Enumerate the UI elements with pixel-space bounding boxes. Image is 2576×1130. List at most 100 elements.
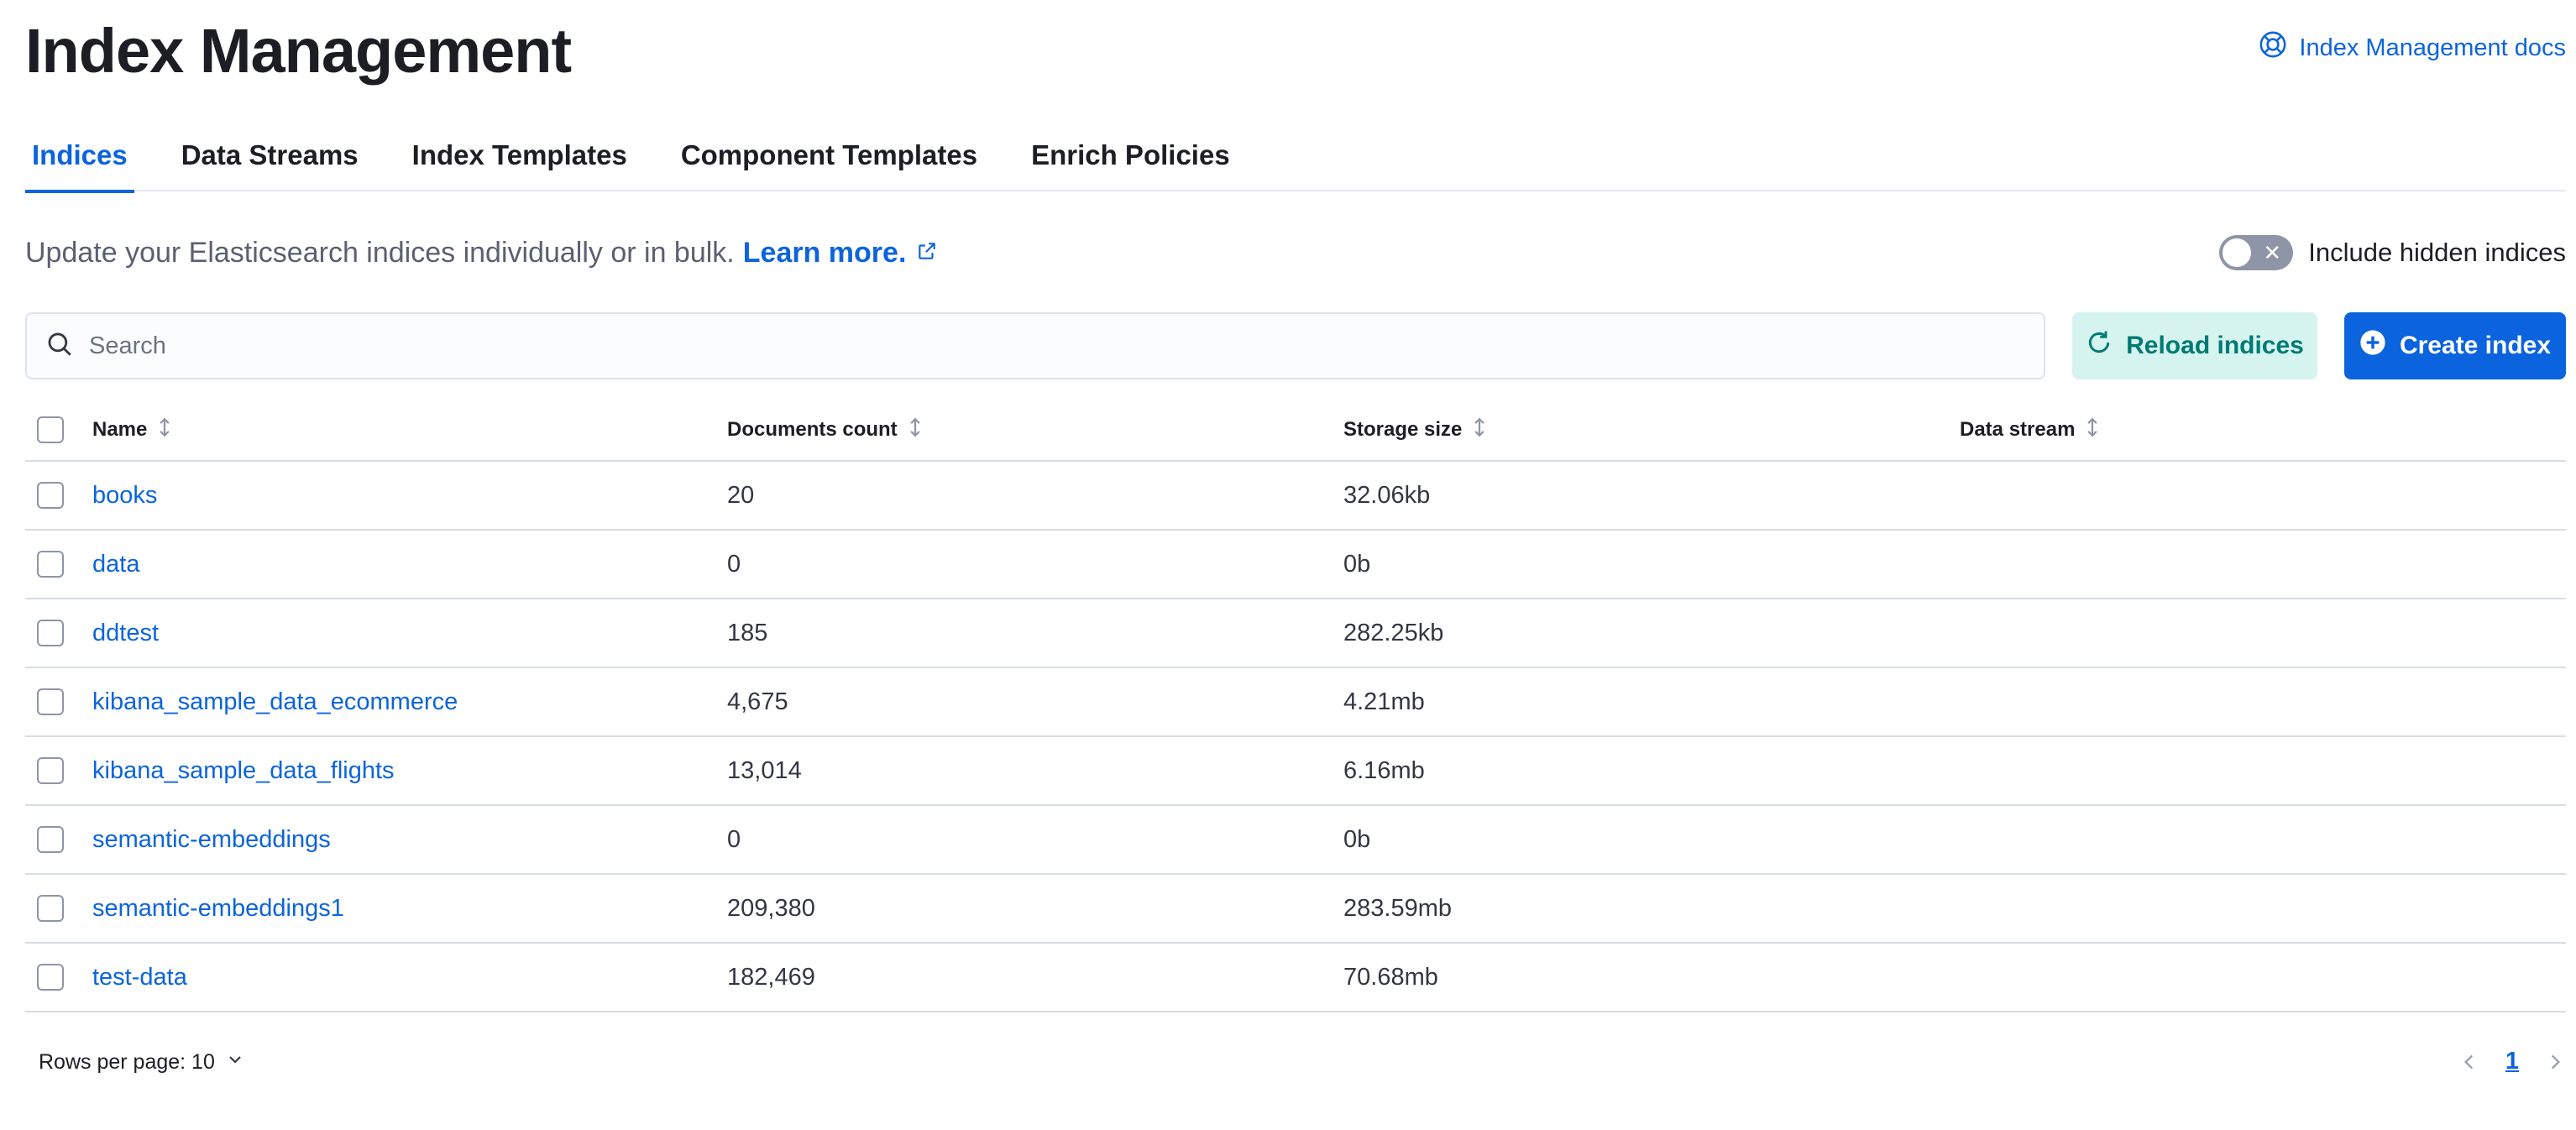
page-description: Update your Elasticsearch indices indivi…: [25, 237, 938, 269]
index-name-link[interactable]: data: [92, 551, 727, 578]
column-header-storage-size[interactable]: Storage size: [1343, 416, 1960, 444]
row-select-cell: [25, 688, 92, 715]
storage-size: 283.59mb: [1343, 894, 1452, 922]
storage-size: 4.21mb: [1343, 688, 1425, 715]
rows-per-page-selector[interactable]: Rows per page: 10: [39, 1049, 245, 1075]
table-row: kibana_sample_data_ecommerce 4,675 4.21m…: [25, 668, 2566, 737]
index-name-link[interactable]: books: [92, 482, 727, 510]
page-title: Index Management: [25, 16, 572, 86]
refresh-icon: [2086, 329, 2113, 363]
search-input[interactable]: [89, 332, 2020, 360]
help-lifebuoy-icon: [2259, 30, 2287, 65]
page-number[interactable]: 1: [2505, 1048, 2519, 1075]
storage-size: 0b: [1343, 825, 1371, 853]
rows-per-page-label: Rows per page: 10: [39, 1050, 215, 1074]
table-row: books 20 32.06kb: [25, 462, 2566, 531]
include-hidden-toggle-group: ✕ Include hidden indices: [2219, 235, 2566, 270]
sort-icon: [155, 416, 174, 444]
row-select-cell: [25, 964, 92, 991]
documents-count: 4,675: [727, 688, 788, 715]
column-header-data-stream[interactable]: Data stream: [1960, 416, 2547, 444]
index-name-link[interactable]: kibana_sample_data_flights: [92, 757, 727, 785]
docs-link[interactable]: Index Management docs: [2259, 30, 2566, 65]
row-checkbox[interactable]: [37, 895, 64, 922]
switch-knob: [2221, 237, 2254, 269]
include-hidden-label: Include hidden indices: [2308, 238, 2566, 267]
docs-link-label: Index Management docs: [2299, 34, 2566, 61]
column-header-name[interactable]: Name: [92, 416, 727, 444]
sort-icon: [2083, 416, 2102, 444]
storage-size: 70.68mb: [1343, 963, 1438, 991]
row-checkbox[interactable]: [37, 688, 64, 715]
table-row: kibana_sample_data_flights 13,014 6.16mb: [25, 737, 2566, 806]
include-hidden-switch[interactable]: ✕: [2219, 235, 2294, 270]
reload-indices-button[interactable]: Reload indices: [2072, 312, 2317, 379]
row-select-cell: [25, 620, 92, 646]
row-checkbox[interactable]: [37, 826, 64, 853]
documents-count: 13,014: [727, 756, 802, 784]
table-row: semantic-embeddings 0 0b: [25, 806, 2566, 875]
storage-size: 0b: [1343, 550, 1371, 578]
row-select-cell: [25, 826, 92, 853]
documents-count: 0: [727, 550, 741, 578]
tab-component-templates[interactable]: Component Templates: [674, 124, 984, 191]
chevron-right-icon[interactable]: [2544, 1051, 2566, 1073]
plus-circle-icon: [2359, 329, 2386, 363]
documents-count: 209,380: [727, 894, 815, 922]
cross-icon: ✕: [2263, 240, 2282, 265]
create-index-button[interactable]: Create index: [2344, 312, 2566, 379]
indices-table: Name Documents count Storage size Data s…: [25, 400, 2566, 1012]
row-checkbox[interactable]: [37, 620, 64, 646]
column-label: Data stream: [1960, 418, 2076, 441]
storage-size: 6.16mb: [1343, 756, 1425, 784]
row-checkbox[interactable]: [37, 964, 64, 991]
reload-indices-label: Reload indices: [2126, 332, 2304, 359]
storage-size: 282.25kb: [1343, 619, 1444, 646]
index-name-link[interactable]: kibana_sample_data_ecommerce: [92, 688, 727, 716]
row-checkbox[interactable]: [37, 757, 64, 784]
index-management-page: Index Management Index Management docs I…: [25, 0, 2566, 1130]
tab-index-templates[interactable]: Index Templates: [406, 124, 634, 191]
row-select-cell: [25, 551, 92, 578]
chevron-left-icon[interactable]: [2458, 1051, 2480, 1073]
table-row: data 0 0b: [25, 531, 2566, 599]
index-name-link[interactable]: ddtest: [92, 620, 727, 647]
row-select-cell: [25, 757, 92, 784]
row-select-cell: [25, 482, 92, 509]
documents-count: 182,469: [727, 963, 815, 991]
search-icon: [45, 330, 74, 363]
column-header-documents-count[interactable]: Documents count: [727, 416, 1343, 444]
index-name-link[interactable]: test-data: [92, 964, 727, 991]
index-name-link[interactable]: semantic-embeddings: [92, 826, 727, 854]
documents-count: 185: [727, 619, 768, 646]
pagination: 1: [2458, 1048, 2566, 1075]
tab-bar: Indices Data Streams Index Templates Com…: [25, 124, 2566, 193]
row-select-cell: [25, 895, 92, 922]
chevron-down-icon: [225, 1049, 245, 1075]
column-label: Documents count: [727, 418, 898, 441]
documents-count: 0: [727, 825, 741, 853]
external-link-icon: [906, 237, 938, 269]
column-label: Storage size: [1343, 418, 1463, 441]
search-bar: [25, 312, 2045, 379]
row-checkbox[interactable]: [37, 551, 64, 578]
sort-icon: [906, 416, 924, 444]
tab-data-streams[interactable]: Data Streams: [175, 124, 365, 191]
table-row: test-data 182,469 70.68mb: [25, 944, 2566, 1012]
table-row: ddtest 185 282.25kb: [25, 599, 2566, 668]
select-all-checkbox[interactable]: [37, 416, 64, 443]
row-checkbox[interactable]: [37, 482, 64, 509]
column-label: Name: [92, 418, 148, 441]
tab-indices[interactable]: Indices: [25, 124, 134, 193]
description-text: Update your Elasticsearch indices indivi…: [25, 237, 735, 269]
select-all-cell: [25, 416, 92, 443]
documents-count: 20: [727, 481, 755, 509]
table-header: Name Documents count Storage size Data s…: [25, 400, 2566, 462]
table-row: semantic-embeddings1 209,380 283.59mb: [25, 875, 2566, 944]
tab-enrich-policies[interactable]: Enrich Policies: [1024, 124, 1237, 191]
storage-size: 32.06kb: [1343, 481, 1431, 509]
index-name-link[interactable]: semantic-embeddings1: [92, 895, 727, 923]
learn-more-link[interactable]: Learn more.: [743, 237, 907, 269]
sort-icon: [1470, 416, 1489, 444]
create-index-label: Create index: [2399, 332, 2552, 359]
